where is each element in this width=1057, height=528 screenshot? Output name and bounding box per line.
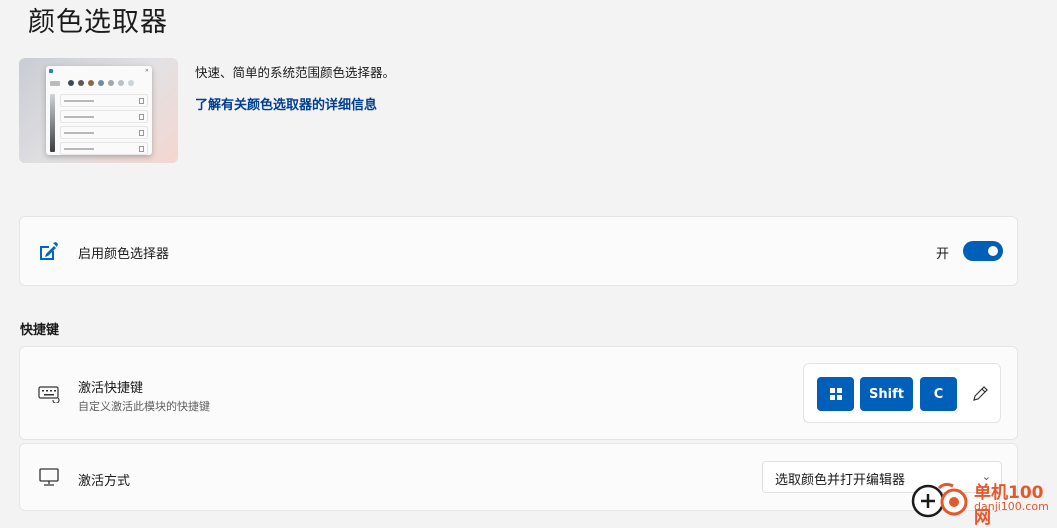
keyboard-icon: [38, 386, 60, 403]
enable-label: 启用颜色选择器: [78, 247, 170, 262]
shortcut-card: 激活快捷键 自定义激活此模块的快捷键 Shift C: [19, 346, 1018, 440]
watermark: 单机100网 danji100.com: [905, 476, 1055, 528]
shortcuts-heading: 快捷键: [20, 323, 60, 338]
module-description: 快速、简单的系统范围颜色选择器。: [195, 65, 396, 80]
watermark-domain: danji100.com: [974, 500, 1049, 513]
shortcut-keys[interactable]: Shift C: [803, 363, 1001, 423]
windows-key-icon: [817, 377, 854, 411]
monitor-icon: [39, 468, 59, 486]
learn-more-link[interactable]: 了解有关颜色选取器的详细信息: [195, 94, 377, 113]
enable-card: 启用颜色选择器 开: [19, 216, 1018, 286]
key-shift: Shift: [860, 377, 913, 411]
shortcut-sublabel: 自定义激活此模块的快捷键: [78, 400, 210, 413]
activation-label: 激活方式: [78, 474, 131, 489]
enable-toggle[interactable]: [963, 241, 1003, 261]
page-title: 颜色选取器: [28, 7, 168, 38]
activation-card: 激活方式 选取颜色并打开编辑器 ⌄: [19, 443, 1018, 511]
hero-image: ✕: [19, 58, 178, 163]
activation-selected-value: 选取颜色并打开编辑器: [775, 473, 906, 488]
key-c: C: [920, 377, 957, 411]
watermark-logo: [911, 482, 968, 518]
pencil-icon[interactable]: [970, 384, 990, 404]
toggle-state-text: 开: [936, 247, 950, 262]
color-picker-preview: ✕: [46, 66, 152, 155]
color-picker-icon: [40, 242, 58, 260]
shortcut-label: 激活快捷键: [78, 381, 144, 396]
